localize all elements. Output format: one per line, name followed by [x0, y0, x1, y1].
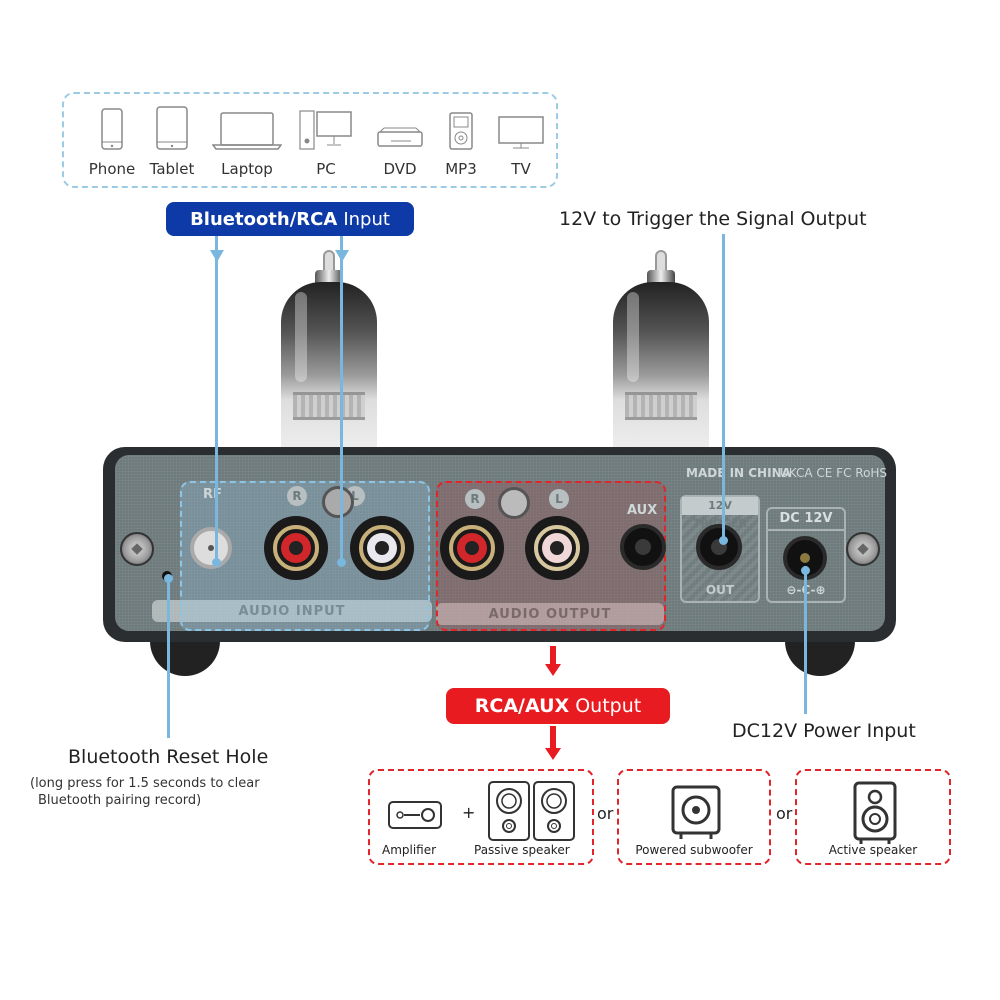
foot-right [785, 636, 855, 676]
aux-label: AUX [627, 503, 658, 518]
arrow-down-icon [545, 748, 561, 760]
rf-callout-line [215, 236, 218, 562]
callout-dot [164, 574, 173, 583]
power-callout-line [804, 566, 807, 714]
device-label: Phone [88, 160, 136, 178]
amplifier-passive-speaker-option: + Amplifier Passive speaker [368, 769, 594, 865]
rca-input-callout-line [340, 236, 343, 562]
reset-callout-line [167, 578, 170, 738]
r-output-label: R [465, 489, 485, 509]
vacuum-tube-right [613, 250, 709, 450]
trigger-callout-label: 12V to Trigger the Signal Output [559, 208, 867, 230]
passive-speaker-icon [488, 781, 575, 841]
output-screw [498, 487, 530, 519]
trigger-output-jack[interactable] [696, 524, 742, 570]
device-phone: Phone [84, 104, 140, 178]
or-separator: or [597, 804, 614, 823]
arrow-shaft [550, 726, 556, 750]
arrow-down-icon [335, 250, 349, 262]
mp3-icon [449, 112, 473, 150]
bluetooth-rca-input-badge: Bluetooth/RCA Input [166, 202, 414, 236]
rca-aux-output-badge: RCA/AUX Output [446, 688, 670, 724]
active-speaker-icon [853, 781, 897, 844]
tablet-icon [156, 106, 188, 150]
aux-output-jack[interactable] [620, 524, 666, 570]
device-pc: PC [296, 104, 356, 178]
trigger-callout-line [722, 234, 725, 544]
passive-speaker-label: Passive speaker [474, 843, 570, 857]
arrow-down-icon [545, 664, 561, 676]
active-speaker-label: Active speaker [828, 843, 918, 857]
input-screw [322, 486, 354, 518]
certification-marks: UKCA CE FC RoHS [780, 466, 888, 480]
rca-input-left-jack[interactable] [350, 516, 414, 580]
or-separator: or [776, 804, 793, 823]
callout-dot [719, 536, 728, 545]
screw-left [120, 532, 154, 566]
subwoofer-icon [671, 785, 721, 839]
device-label: MP3 [445, 160, 477, 178]
r-input-label: R [287, 486, 307, 506]
amplifier-label: Amplifier [382, 843, 437, 857]
vacuum-tube-left [281, 250, 377, 450]
made-in-china-text: MADE IN CHINA [686, 466, 791, 480]
reset-callout-label: Bluetooth Reset Hole [68, 746, 269, 768]
rca-output-left-jack[interactable] [525, 516, 589, 580]
trigger-heading: 12V TRIGGER [682, 497, 758, 530]
arrow-shaft [550, 646, 556, 666]
trigger-out-label: OUT [705, 583, 735, 597]
rca-input-right-jack[interactable] [264, 516, 328, 580]
dvd-icon [377, 127, 423, 147]
foot-left [150, 636, 220, 676]
amplifier-icon [388, 801, 442, 829]
rf-antenna-jack[interactable] [190, 527, 232, 569]
powered-subwoofer-option: Powered subwoofer [617, 769, 771, 865]
subwoofer-label: Powered subwoofer [635, 843, 753, 857]
screw-right [846, 532, 880, 566]
tv-icon [498, 116, 544, 149]
reset-note-line1: (long press for 1.5 seconds to clear [30, 776, 260, 791]
device-label: Laptop [221, 160, 273, 178]
phone-icon [101, 108, 123, 150]
device-laptop: Laptop [209, 104, 285, 178]
device-label: Tablet [149, 160, 195, 178]
pc-icon [299, 110, 352, 150]
power-callout-label: DC12V Power Input [732, 720, 916, 742]
l-output-label: L [549, 489, 569, 509]
callout-dot [337, 558, 346, 567]
device-label: PC [316, 160, 336, 178]
reset-note-line2: Bluetooth pairing record) [38, 793, 202, 808]
callout-dot [801, 566, 810, 575]
device-tv: TV [492, 104, 550, 178]
badge-bold-text: RCA/AUX [474, 695, 570, 717]
device-tablet: Tablet [144, 104, 200, 178]
dc-heading: DC 12V [768, 509, 844, 531]
rca-output-right-jack[interactable] [440, 516, 504, 580]
source-devices-panel: Phone Tablet Laptop PC DVD MP3 TV [62, 92, 558, 188]
device-label: DVD [383, 160, 417, 178]
badge-bold-text: Bluetooth/RCA [190, 208, 338, 230]
rf-label: RF [203, 487, 222, 502]
device-label: TV [511, 160, 531, 178]
badge-normal-text: Output [575, 695, 642, 717]
badge-normal-text: Input [343, 208, 390, 230]
laptop-icon [212, 112, 282, 150]
active-speaker-option: Active speaker [795, 769, 951, 865]
device-mp3: MP3 [436, 104, 486, 178]
arrow-down-icon [210, 250, 224, 262]
callout-dot [212, 558, 221, 567]
plus-sign: + [462, 803, 476, 822]
device-dvd: DVD [372, 104, 428, 178]
